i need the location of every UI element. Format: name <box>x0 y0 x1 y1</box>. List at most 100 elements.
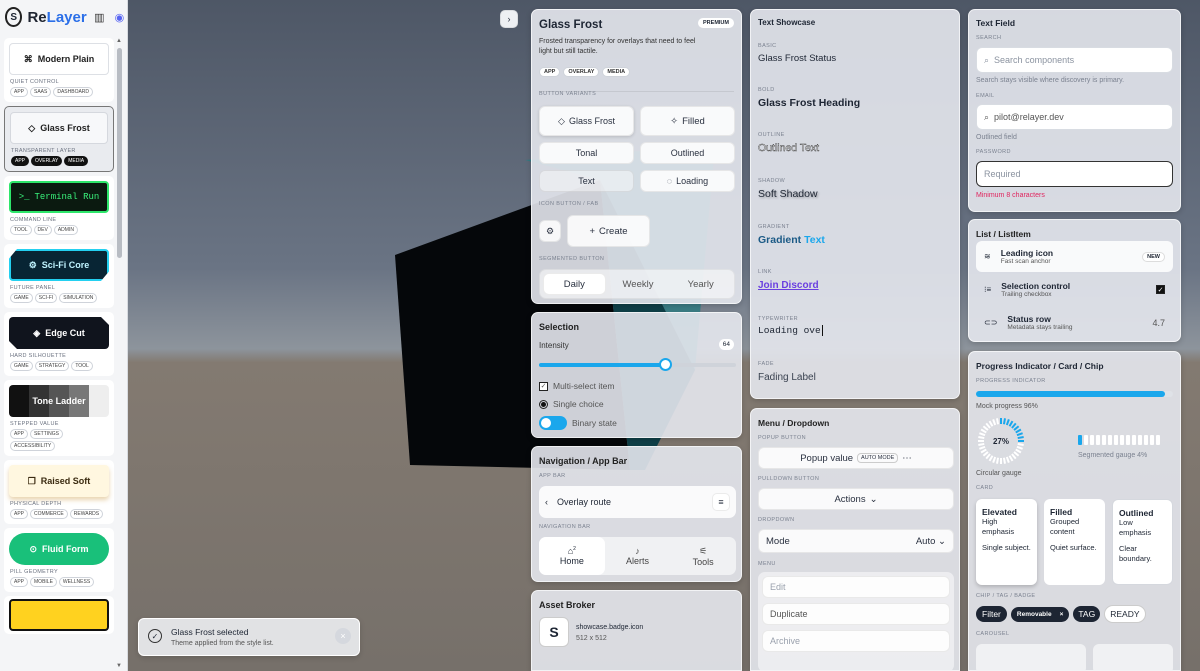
search-helper-text: Search stays visible where discovery is … <box>976 77 1125 84</box>
trailing-checkbox[interactable]: ✓ <box>1156 285 1165 294</box>
ready-badge: READY <box>1104 605 1146 623</box>
text-caption: TYPEWRITER <box>758 316 799 322</box>
book-icon[interactable]: ▥ <box>92 8 107 26</box>
card-filled[interactable]: Filled Grouped content Quiet surface. <box>1044 499 1105 585</box>
selection-panel: Selection Intensity 64 ✓ Multi-select ite… <box>531 312 742 438</box>
style-card-modern-plain[interactable]: ⌘ Modern Plain QUIET CONTROL APP SAAS DASHB… <box>4 38 114 102</box>
mode-dropdown[interactable]: Mode Auto ⌄ <box>758 529 954 553</box>
section-caption: CAROUSEL <box>976 631 1010 637</box>
popup-button[interactable]: Popup value AUTO MODE ⋯ <box>758 447 954 469</box>
binary-state-toggle[interactable] <box>539 416 567 430</box>
circular-gauge-value: 27% <box>992 436 1009 446</box>
carousel-item[interactable] <box>1093 644 1173 670</box>
actions-pulldown-button[interactable]: Actions ⌄ <box>758 488 954 510</box>
loading-button[interactable]: ◌ Loading <box>640 170 735 192</box>
back-arrow-icon[interactable]: ‹ <box>545 497 548 507</box>
style-caption: FUTURE PANEL <box>10 285 56 291</box>
section-caption: PROGRESS INDICATOR <box>976 378 1046 384</box>
list-item[interactable]: ⁝≡ Selection control Trailing checkbox ✓ <box>976 274 1173 305</box>
menu-item-duplicate[interactable]: Duplicate <box>762 603 950 625</box>
settings-icon-button[interactable]: ⚙ <box>539 220 561 242</box>
tag-chip: APP <box>539 67 561 77</box>
toast-close-button[interactable]: × <box>335 628 351 644</box>
collapse-panel-button[interactable]: › <box>500 10 518 28</box>
toggle-icon: ⊂⊃ <box>984 318 998 327</box>
segmented-gauge <box>1078 435 1160 445</box>
style-tag: WELLNESS <box>58 577 95 587</box>
filter-chip[interactable]: Filter <box>976 606 1007 622</box>
carousel-item[interactable] <box>976 644 1086 670</box>
asset-broker-panel: Asset Broker S showcase.badge.icon 512 x… <box>531 590 742 671</box>
search-input[interactable]: ⌕ Search components <box>976 47 1173 73</box>
multi-select-checkbox[interactable]: ✓ <box>539 381 548 391</box>
style-card-raised-soft[interactable]: ❒ Raised Soft PHYSICAL DEPTH APP COMMERCE R… <box>4 460 114 524</box>
panel-title: Progress Indicator / Card / Chip <box>976 361 1104 371</box>
chevron-down-icon: ⌄ <box>869 493 878 505</box>
removable-chip[interactable]: Removable × <box>1010 606 1070 622</box>
text-field-panel: Text Field SEARCH ⌕ Search components Sea… <box>968 9 1181 212</box>
style-preview: ⌘ Modern Plain <box>9 43 109 75</box>
command-icon: ⌘ <box>23 53 33 64</box>
close-icon: × <box>340 631 346 641</box>
more-icon: ⋯ <box>902 452 912 464</box>
style-card-glass-frost[interactable]: ◇ Glass Frost TRANSPARENT LAYER APP OVERLA… <box>4 106 114 172</box>
filled-button[interactable]: ✧ Filled <box>640 106 735 136</box>
scroll-down-icon[interactable]: ▼ <box>116 663 122 669</box>
circular-gauge-label: Circular gauge <box>976 470 1022 477</box>
section-caption: DROPDOWN <box>758 517 795 523</box>
style-card-terminal-run[interactable]: >_ Terminal Run COMMAND LINE TOOL DEV ADMIN <box>4 176 114 240</box>
text-caption: GRADIENT <box>758 224 790 230</box>
outlined-button[interactable]: Outlined <box>640 142 735 164</box>
gauge-segment <box>1114 435 1118 445</box>
scroll-up-icon[interactable]: ▲ <box>116 38 122 44</box>
scrollbar-thumb[interactable] <box>117 48 122 258</box>
style-sidebar: S ReLayer ▥ ◉ ⌘ Modern Plain QUIET CONTRO… <box>0 0 128 671</box>
gauge-segment <box>1084 435 1088 445</box>
list-item[interactable]: ⊂⊃ Status row Metadata stays trailing 4.7 <box>976 307 1173 338</box>
style-card-sci-fi-core[interactable]: ⚙ Sci-Fi Core FUTURE PANEL GAME SCI-FI SIMU… <box>4 244 114 308</box>
text-caption: SHADOW <box>758 178 786 184</box>
card-outlined[interactable]: Outlined Low emphasis Clear boundary. <box>1112 499 1173 585</box>
text-showcase-panel: Text Showcase BASIC Glass Frost Status B… <box>750 9 960 399</box>
gauge-segment <box>1156 435 1160 445</box>
discord-link[interactable]: Join Discord <box>758 280 819 291</box>
text-caption: LINK <box>758 269 772 275</box>
menu-dropdown-panel: Menu / Dropdown POPUP BUTTON Popup value… <box>750 408 960 671</box>
single-choice-radio[interactable] <box>539 399 548 409</box>
sidebar-scrollbar[interactable]: ▲ ▼ <box>116 38 124 671</box>
style-card-fluid-form[interactable]: ⊙ Fluid Form PILL GEOMETRY APP MOBILE WELLN… <box>4 528 114 592</box>
discord-icon[interactable]: ◉ <box>112 8 127 26</box>
menu-item-edit[interactable]: Edit <box>762 576 950 598</box>
email-field[interactable]: ⌕ pilot@relayer.dev <box>976 104 1173 130</box>
glass-frost-button[interactable]: ◇ Glass Frost <box>539 106 634 136</box>
tonal-button[interactable]: Tonal <box>539 142 634 164</box>
style-tag: MEDIA <box>64 156 89 166</box>
segment-daily[interactable]: Daily <box>543 273 606 295</box>
nav-item-home[interactable]: ⌂2 Home <box>539 537 605 575</box>
tag-chip: OVERLAY <box>563 67 600 77</box>
segment-yearly[interactable]: Yearly <box>670 273 731 295</box>
close-icon[interactable]: × <box>1060 611 1064 618</box>
slider-handle[interactable] <box>659 358 673 371</box>
nav-item-tools[interactable]: ⚟ Tools <box>670 537 736 575</box>
style-card-tone-ladder[interactable]: Tone Ladder STEPPED VALUE APP SETTINGS ACC… <box>4 380 114 456</box>
style-card-edge-cut[interactable]: ◈ Edge Cut HARD SILHOUETTE GAME STRATEGY TO… <box>4 312 114 376</box>
card-elevated[interactable]: Elevated High emphasis Single subject. <box>976 499 1037 585</box>
binary-state-label: Binary state <box>572 418 617 428</box>
create-fab-button[interactable]: + Create <box>567 215 650 247</box>
tag-icon: ◈ <box>33 327 41 338</box>
password-field[interactable]: Required <box>976 161 1173 187</box>
tag-chip: TAG <box>1073 606 1101 622</box>
menu-item-archive[interactable]: Archive <box>762 630 950 652</box>
intensity-slider[interactable] <box>539 358 736 371</box>
menu-button[interactable]: ≡ <box>712 493 730 511</box>
nav-item-alerts[interactable]: ♪ Alerts <box>605 537 671 575</box>
section-caption: BUTTON VARIANTS <box>539 91 597 97</box>
style-tag: GAME <box>10 361 33 371</box>
style-tag: SAAS <box>30 87 52 97</box>
segment-weekly[interactable]: Weekly <box>608 273 669 295</box>
list-item[interactable]: ≋ Leading icon Fast scan anchor NEW <box>976 241 1173 272</box>
style-card-next[interactable] <box>4 596 114 634</box>
relayer-logo-icon: S <box>5 7 23 27</box>
text-button[interactable]: Text <box>539 170 634 192</box>
